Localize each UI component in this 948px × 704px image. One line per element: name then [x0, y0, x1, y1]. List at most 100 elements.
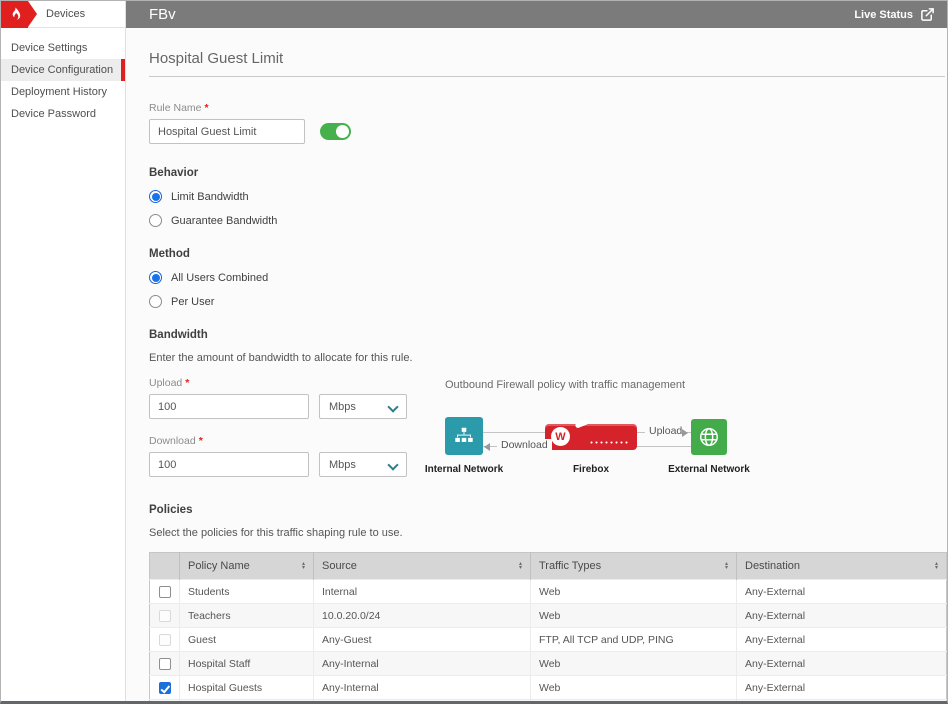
- external-network-node: [691, 419, 727, 455]
- cell-destination: Any-External: [737, 676, 947, 700]
- cell-traffic-types: Web: [531, 652, 737, 676]
- page-content: Hospital Guest Limit Rule Name* Behavior…: [126, 28, 947, 701]
- radio-per-user[interactable]: Per User: [149, 295, 945, 308]
- rule-name-input[interactable]: [149, 119, 305, 144]
- radio-label: Per User: [171, 296, 214, 308]
- external-link-icon: [920, 7, 935, 22]
- cell-traffic-types: FTP, All TCP and UDP, PING: [531, 628, 737, 652]
- cell-destination: Any-External: [737, 604, 947, 628]
- radio-guarantee-bandwidth[interactable]: Guarantee Bandwidth: [149, 214, 945, 227]
- header-policy-name[interactable]: Policy Name▴▾: [180, 553, 314, 580]
- download-input[interactable]: [149, 452, 309, 477]
- cell-source: Any-Internal: [314, 676, 531, 700]
- cell-policy-name: Teachers: [180, 604, 314, 628]
- arrow-right-icon: [682, 429, 688, 437]
- radio-button: [149, 271, 162, 284]
- download-label: Download*: [149, 435, 407, 447]
- page-title: Hospital Guest Limit: [149, 50, 945, 77]
- cell-destination: Any-External: [737, 652, 947, 676]
- devices-breadcrumb[interactable]: Devices: [1, 1, 125, 28]
- table-row: Outgoing Any-Internal FTP, All TCP and U…: [150, 700, 947, 702]
- cell-destination: Any-External: [737, 700, 947, 702]
- row-checkbox: [159, 634, 171, 646]
- header-checkbox-column: [150, 553, 180, 580]
- radio-all-users-combined[interactable]: All Users Combined: [149, 271, 945, 284]
- sidebar-item-label: Device Configuration: [11, 64, 113, 76]
- radio-button: [149, 214, 162, 227]
- row-checkbox: [159, 610, 171, 622]
- policies-table: Policy Name▴▾ Source▴▾ Traffic Types▴▾ D…: [149, 552, 947, 701]
- cell-destination: Any-External: [737, 628, 947, 652]
- radio-label: Limit Bandwidth: [171, 191, 249, 203]
- diagram-canvas: W Upload Download Internal Network Fireb…: [445, 417, 745, 483]
- row-checkbox[interactable]: [159, 658, 171, 670]
- sidebar-item-device-password[interactable]: Device Password: [1, 103, 125, 125]
- topbar: FBv Live Status: [126, 1, 947, 28]
- download-arrow-label: Download: [497, 439, 552, 451]
- row-checkbox[interactable]: [159, 586, 171, 598]
- sort-icon: ▴▾: [935, 562, 938, 571]
- bandwidth-description: Enter the amount of bandwidth to allocat…: [149, 352, 945, 364]
- watchguard-logo: [1, 1, 28, 28]
- sidebar-item-label: Deployment History: [11, 86, 107, 98]
- rule-name-label: Rule Name*: [149, 102, 945, 114]
- upload-label: Upload*: [149, 377, 407, 389]
- cell-source: Any-Internal: [314, 652, 531, 676]
- bandwidth-fields: Upload* Mbps Download*: [149, 377, 407, 483]
- rule-enabled-toggle[interactable]: [320, 123, 351, 140]
- cell-source: Any-Internal: [314, 700, 531, 702]
- cell-traffic-types: FTP, All TCP and UDP, PING: [531, 700, 737, 702]
- cell-destination: Any-External: [737, 580, 947, 604]
- download-unit-select[interactable]: Mbps: [319, 452, 407, 477]
- firebox-swoosh: [575, 418, 591, 428]
- required-asterisk: *: [205, 102, 209, 114]
- radio-label: Guarantee Bandwidth: [171, 215, 277, 227]
- sitemap-icon: [453, 425, 475, 447]
- chevron-down-icon: [388, 402, 397, 411]
- radio-label: All Users Combined: [171, 272, 268, 284]
- table-row: Guest Any-Guest FTP, All TCP and UDP, PI…: [150, 628, 947, 652]
- sort-icon: ▴▾: [725, 562, 728, 571]
- policies-description: Select the policies for this traffic sha…: [149, 527, 945, 539]
- select-value: Mbps: [329, 401, 356, 413]
- required-asterisk: *: [185, 377, 189, 389]
- row-checkbox[interactable]: [159, 682, 171, 694]
- method-heading: Method: [149, 248, 945, 260]
- flame-icon: [7, 6, 23, 22]
- cell-policy-name: Students: [180, 580, 314, 604]
- sort-icon: ▴▾: [519, 562, 522, 571]
- arrow-left-icon: [484, 443, 490, 451]
- cell-policy-name: Hospital Staff: [180, 652, 314, 676]
- device-name-title: FBv: [149, 6, 176, 23]
- header-source[interactable]: Source▴▾: [314, 553, 531, 580]
- bandwidth-area: Upload* Mbps Download*: [149, 377, 945, 483]
- firebox-label: Firebox: [536, 464, 646, 475]
- table-header-row: Policy Name▴▾ Source▴▾ Traffic Types▴▾ D…: [150, 553, 947, 580]
- sidebar-item-device-settings[interactable]: Device Settings: [1, 37, 125, 59]
- sidebar-item-label: Device Password: [11, 108, 96, 120]
- table-row: Students Internal Web Any-External: [150, 580, 947, 604]
- sidebar-item-label: Device Settings: [11, 42, 87, 54]
- external-network-label: External Network: [654, 464, 764, 475]
- cell-traffic-types: Web: [531, 580, 737, 604]
- live-status-link[interactable]: Live Status: [854, 7, 935, 22]
- upload-unit-select[interactable]: Mbps: [319, 394, 407, 419]
- upload-group: Upload* Mbps: [149, 377, 407, 419]
- required-asterisk: *: [199, 435, 203, 447]
- sidebar: Devices Device Settings Device Configura…: [1, 1, 126, 701]
- upload-arrow-label: Upload: [645, 425, 686, 437]
- upload-input[interactable]: [149, 394, 309, 419]
- sidebar-item-deployment-history[interactable]: Deployment History: [1, 81, 125, 103]
- app-window: Devices Device Settings Device Configura…: [0, 0, 948, 704]
- table-row: Hospital Staff Any-Internal Web Any-Exte…: [150, 652, 947, 676]
- sidebar-item-device-configuration[interactable]: Device Configuration: [1, 59, 125, 81]
- header-traffic-types[interactable]: Traffic Types▴▾: [531, 553, 737, 580]
- internal-network-label: Internal Network: [409, 464, 519, 475]
- sort-icon: ▴▾: [302, 562, 305, 571]
- rule-name-block: Rule Name*: [149, 102, 945, 144]
- cell-traffic-types: Web: [531, 676, 737, 700]
- radio-limit-bandwidth[interactable]: Limit Bandwidth: [149, 190, 945, 203]
- header-destination[interactable]: Destination▴▾: [737, 553, 947, 580]
- radio-button: [149, 190, 162, 203]
- live-status-label: Live Status: [854, 9, 913, 21]
